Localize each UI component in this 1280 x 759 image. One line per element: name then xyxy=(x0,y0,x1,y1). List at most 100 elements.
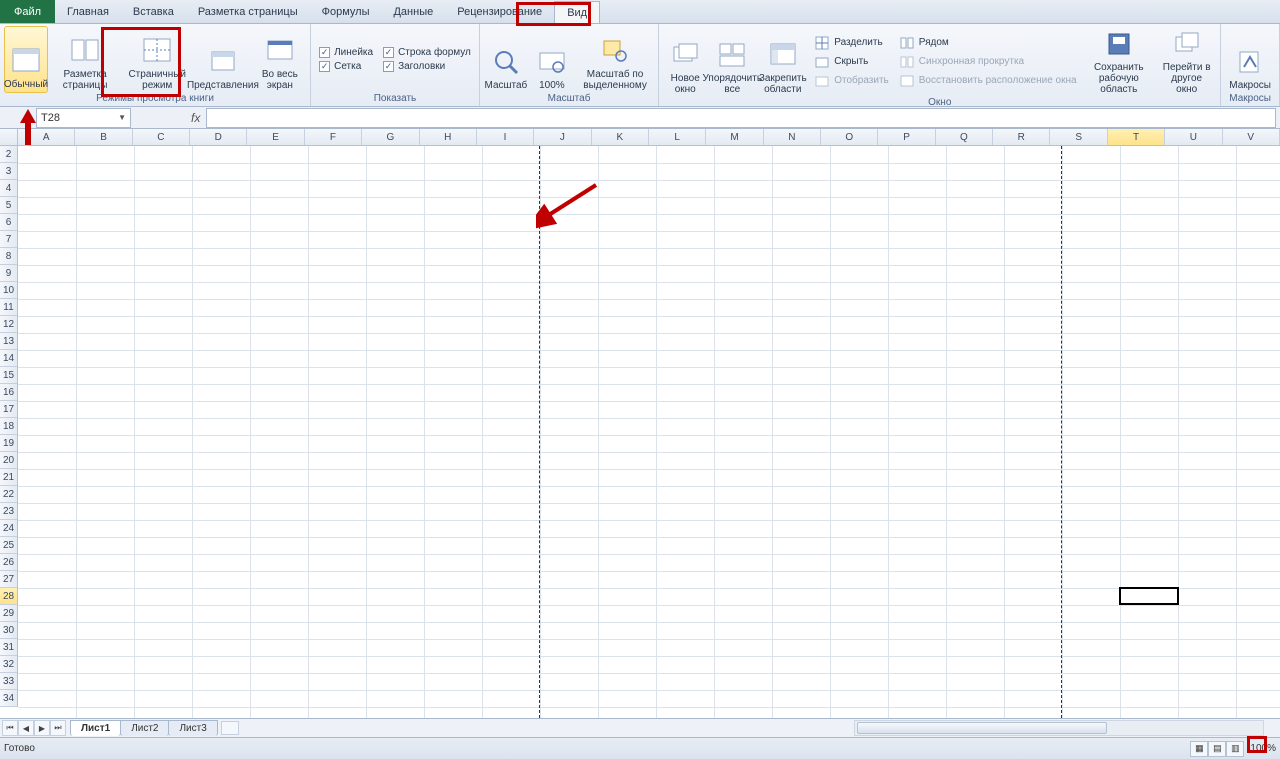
headings-checkbox[interactable]: ✓Заголовки xyxy=(383,61,471,72)
ruler-checkbox[interactable]: ✓Линейка xyxy=(319,47,373,58)
row-header-2[interactable]: 2 xyxy=(0,146,17,163)
macros-button[interactable]: Макросы xyxy=(1225,26,1275,93)
hide-button[interactable]: Скрыть xyxy=(814,54,889,70)
row-header-14[interactable]: 14 xyxy=(0,350,17,367)
row-header-33[interactable]: 33 xyxy=(0,673,17,690)
row-header-13[interactable]: 13 xyxy=(0,333,17,350)
tab-formulas[interactable]: Формулы xyxy=(310,0,382,23)
row-header-10[interactable]: 10 xyxy=(0,282,17,299)
column-header-I[interactable]: I xyxy=(477,129,534,145)
column-header-A[interactable]: A xyxy=(18,129,75,145)
cells-area[interactable] xyxy=(18,146,1280,718)
row-header-15[interactable]: 15 xyxy=(0,367,17,384)
sheet-nav-first[interactable]: ⏮ xyxy=(2,720,18,736)
row-header-20[interactable]: 20 xyxy=(0,452,17,469)
row-header-32[interactable]: 32 xyxy=(0,656,17,673)
row-header-25[interactable]: 25 xyxy=(0,537,17,554)
column-header-N[interactable]: N xyxy=(764,129,821,145)
select-all-button[interactable] xyxy=(0,129,18,146)
zoom-100-button[interactable]: 100% xyxy=(530,26,574,93)
page-break-preview-button[interactable]: Страничный режим xyxy=(122,26,192,93)
column-header-F[interactable]: F xyxy=(305,129,362,145)
column-header-K[interactable]: K xyxy=(592,129,649,145)
column-header-H[interactable]: H xyxy=(420,129,477,145)
sheet-nav-last[interactable]: ⏭ xyxy=(50,720,66,736)
row-header-27[interactable]: 27 xyxy=(0,571,17,588)
column-header-V[interactable]: V xyxy=(1223,129,1280,145)
column-header-U[interactable]: U xyxy=(1165,129,1222,145)
switch-windows-button[interactable]: Перейти в другое окно xyxy=(1157,26,1216,97)
row-header-6[interactable]: 6 xyxy=(0,214,17,231)
row-header-5[interactable]: 5 xyxy=(0,197,17,214)
fx-label[interactable]: fx xyxy=(191,111,200,125)
spreadsheet-grid[interactable]: ABCDEFGHIJKLMNOPQRSTUV 23456789101112131… xyxy=(0,129,1280,718)
sheet-tab-Лист2[interactable]: Лист2 xyxy=(120,720,169,736)
column-header-G[interactable]: G xyxy=(362,129,419,145)
formula-input[interactable] xyxy=(206,108,1276,128)
row-header-7[interactable]: 7 xyxy=(0,231,17,248)
row-header-23[interactable]: 23 xyxy=(0,503,17,520)
column-header-S[interactable]: S xyxy=(1050,129,1107,145)
row-header-18[interactable]: 18 xyxy=(0,418,17,435)
horizontal-scroll-thumb[interactable] xyxy=(857,722,1107,734)
row-header-30[interactable]: 30 xyxy=(0,622,17,639)
row-header-31[interactable]: 31 xyxy=(0,639,17,656)
row-header-11[interactable]: 11 xyxy=(0,299,17,316)
column-header-J[interactable]: J xyxy=(534,129,591,145)
column-header-B[interactable]: B xyxy=(75,129,132,145)
row-header-9[interactable]: 9 xyxy=(0,265,17,282)
row-header-19[interactable]: 19 xyxy=(0,435,17,452)
column-header-M[interactable]: M xyxy=(706,129,763,145)
sheet-tab-Лист3[interactable]: Лист3 xyxy=(168,720,217,736)
horizontal-scrollbar[interactable] xyxy=(854,720,1264,736)
file-tab[interactable]: Файл xyxy=(0,0,55,23)
name-box-dropdown-icon[interactable]: ▼ xyxy=(118,113,126,122)
zoom-level[interactable]: 100% xyxy=(1250,743,1276,754)
tab-review[interactable]: Рецензирование xyxy=(445,0,554,23)
side-by-side-button[interactable]: Рядом xyxy=(899,35,1077,51)
column-header-P[interactable]: P xyxy=(878,129,935,145)
arrange-all-button[interactable]: Упорядочить все xyxy=(709,26,755,97)
sheet-tab-Лист1[interactable]: Лист1 xyxy=(70,720,121,736)
row-header-34[interactable]: 34 xyxy=(0,690,17,707)
name-box[interactable]: T28 ▼ xyxy=(36,108,131,128)
column-header-L[interactable]: L xyxy=(649,129,706,145)
custom-views-button[interactable]: Представления xyxy=(194,26,251,93)
tab-insert[interactable]: Вставка xyxy=(121,0,186,23)
tab-page-layout[interactable]: Разметка страницы xyxy=(186,0,310,23)
row-header-3[interactable]: 3 xyxy=(0,163,17,180)
active-cell[interactable] xyxy=(1119,587,1179,605)
new-window-button[interactable]: Новое окно xyxy=(663,26,707,97)
row-header-24[interactable]: 24 xyxy=(0,520,17,537)
column-header-D[interactable]: D xyxy=(190,129,247,145)
freeze-panes-button[interactable]: Закрепить области xyxy=(757,26,808,97)
row-header-16[interactable]: 16 xyxy=(0,384,17,401)
formula-bar-checkbox[interactable]: ✓Строка формул xyxy=(383,47,471,58)
row-header-12[interactable]: 12 xyxy=(0,316,17,333)
save-workspace-button[interactable]: Сохранить рабочую область xyxy=(1083,26,1155,97)
sheet-nav-next[interactable]: ▶ xyxy=(34,720,50,736)
row-header-4[interactable]: 4 xyxy=(0,180,17,197)
zoom-button[interactable]: Масштаб xyxy=(484,26,528,93)
gridlines-checkbox[interactable]: ✓Сетка xyxy=(319,61,373,72)
row-header-28[interactable]: 28 xyxy=(0,588,17,605)
row-header-8[interactable]: 8 xyxy=(0,248,17,265)
column-header-Q[interactable]: Q xyxy=(936,129,993,145)
sheet-nav-prev[interactable]: ◀ xyxy=(18,720,34,736)
row-header-22[interactable]: 22 xyxy=(0,486,17,503)
view-normal-shortcut[interactable]: ▦ xyxy=(1190,741,1208,757)
tab-data[interactable]: Данные xyxy=(381,0,445,23)
row-header-17[interactable]: 17 xyxy=(0,401,17,418)
add-sheet-button[interactable] xyxy=(221,721,239,735)
row-header-21[interactable]: 21 xyxy=(0,469,17,486)
column-header-O[interactable]: O xyxy=(821,129,878,145)
row-header-29[interactable]: 29 xyxy=(0,605,17,622)
column-header-T[interactable]: T xyxy=(1108,129,1165,145)
normal-view-button[interactable]: Обычный xyxy=(4,26,48,93)
column-header-R[interactable]: R xyxy=(993,129,1050,145)
tab-view[interactable]: Вид xyxy=(554,1,600,23)
column-header-E[interactable]: E xyxy=(247,129,304,145)
column-header-C[interactable]: C xyxy=(133,129,190,145)
fullscreen-button[interactable]: Во весь экран xyxy=(254,26,307,93)
split-button[interactable]: Разделить xyxy=(814,35,889,51)
